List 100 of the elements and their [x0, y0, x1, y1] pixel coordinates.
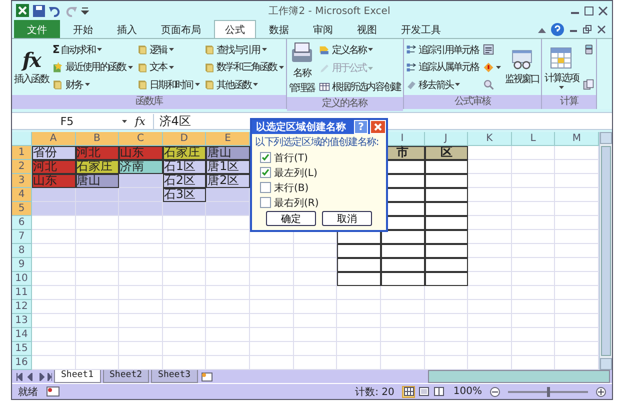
row-header[interactable]: 11: [12, 286, 32, 300]
ribbon-command[interactable]: 其他函数: [202, 76, 285, 94]
table-cell: [119, 356, 163, 370]
ribbon-tab[interactable]: 插入: [106, 20, 148, 38]
sheet-navigation-icon[interactable]: [16, 372, 52, 381]
table-cell: [250, 258, 294, 272]
checkbox[interactable]: [260, 197, 271, 208]
dialog-prompt: 以下列选定区域的值创建名称:: [255, 137, 379, 149]
column-header[interactable]: E: [206, 132, 250, 146]
checkbox[interactable]: [260, 167, 271, 178]
column-header[interactable]: D: [162, 132, 206, 146]
ribbon-command[interactable]: 定义名称: [318, 41, 402, 58]
table-cell: [162, 216, 206, 230]
ribbon-command[interactable]: 逻辑: [136, 41, 201, 58]
formula-text[interactable]: 济4区: [159, 114, 191, 129]
table-cell: [380, 342, 425, 356]
macro-record-icon[interactable]: [46, 386, 60, 398]
undo-icon[interactable]: [49, 4, 61, 17]
ribbon-command[interactable]: 数学和三角函数: [202, 58, 285, 76]
customize-icon[interactable]: [81, 6, 89, 15]
view-button[interactable]: [432, 386, 446, 398]
table-cell: [468, 258, 512, 272]
ribbon-tab[interactable]: 审阅: [302, 20, 344, 38]
ribbon-command[interactable]: 最近使用的函数: [51, 58, 134, 76]
ribbon-large-button[interactable]: 监视窗口: [504, 41, 540, 94]
row-header[interactable]: 15: [12, 342, 32, 356]
help-icon[interactable]: [551, 23, 564, 36]
ribbon-command[interactable]: 日期和时间: [136, 76, 201, 94]
ribbon-command[interactable]: 追踪引用单元格: [404, 41, 480, 58]
dialog-button[interactable]: 确定: [266, 211, 316, 226]
ribbon-command[interactable]: 财务: [51, 76, 134, 94]
row-header[interactable]: 14: [12, 328, 32, 342]
view-button[interactable]: [402, 386, 416, 398]
close-button[interactable]: [370, 120, 386, 134]
ribbon-large-button[interactable]: 名称 管理器: [288, 41, 316, 96]
row-header[interactable]: 13: [12, 314, 32, 328]
checkbox-option[interactable]: 首行(T): [255, 151, 383, 164]
row-header[interactable]: 12: [12, 300, 32, 314]
row-header[interactable]: 8: [12, 244, 32, 258]
sheet-tab[interactable]: Sheet2: [102, 370, 150, 384]
table-cell: [512, 188, 556, 202]
row-header[interactable]: 3: [12, 174, 32, 188]
dialog-button[interactable]: 取消: [322, 211, 372, 226]
ribbon-tab[interactable]: 开始: [62, 20, 104, 38]
close-icon[interactable]: [597, 25, 606, 34]
ribbon-large-button[interactable]: 计算选项: [543, 41, 580, 94]
row-header[interactable]: 2: [12, 160, 32, 174]
ribbon-tab[interactable]: 视图: [346, 20, 388, 38]
save-icon[interactable]: [33, 4, 45, 17]
row-header[interactable]: 4: [12, 188, 32, 202]
zoom-in-icon[interactable]: [596, 386, 606, 397]
checkbox[interactable]: [260, 182, 271, 193]
ribbon-tab[interactable]: 开发工具: [390, 20, 452, 38]
insert-function-icon[interactable]: fx: [127, 114, 154, 128]
view-button[interactable]: [417, 386, 430, 398]
ribbon-command[interactable]: Σ 自动求和: [51, 41, 134, 58]
insert-sheet-icon[interactable]: [200, 372, 214, 382]
vertical-scrollbar[interactable]: [599, 132, 612, 370]
ribbon-large-button[interactable]: fx 插入函数: [13, 41, 50, 94]
checkbox[interactable]: [260, 152, 271, 163]
table-cell: [555, 146, 599, 160]
ribbon-tab[interactable]: 公式: [214, 20, 256, 38]
close-icon[interactable]: [598, 6, 608, 16]
column-header[interactable]: C: [119, 132, 163, 146]
row-header[interactable]: 9: [12, 258, 32, 272]
collapse-ribbon-icon[interactable]: [538, 26, 546, 33]
caret-icon: [194, 83, 200, 86]
ribbon-tab[interactable]: 数据: [258, 20, 300, 38]
column-header[interactable]: J: [424, 132, 468, 146]
ribbon-command[interactable]: 文本: [136, 58, 201, 76]
ribbon-command[interactable]: 移去箭头: [404, 76, 480, 94]
restore-icon[interactable]: [583, 25, 592, 34]
table-cell: [512, 216, 556, 230]
zoom-thumb[interactable]: [547, 386, 550, 397]
column-header[interactable]: L: [512, 132, 556, 146]
ribbon-command[interactable]: 追踪从属单元格: [404, 58, 480, 76]
row-header[interactable]: 6: [12, 216, 32, 230]
maximize-icon[interactable]: [584, 6, 594, 16]
sheet-tab[interactable]: Sheet3: [151, 370, 198, 384]
sheet-tab[interactable]: Sheet1: [54, 370, 101, 384]
horizontal-scrollbar[interactable]: [428, 370, 610, 384]
zoom-out-icon[interactable]: [490, 386, 500, 397]
column-header[interactable]: M: [555, 132, 599, 146]
row-header[interactable]: 10: [12, 272, 32, 286]
checkbox-option[interactable]: 末行(B): [255, 181, 383, 194]
checkbox-option[interactable]: 最左列(L): [255, 166, 383, 179]
ribbon-tab[interactable]: 页面布局: [150, 20, 212, 38]
row-header[interactable]: 1: [12, 146, 32, 160]
column-header[interactable]: A: [32, 132, 76, 146]
row-header[interactable]: 7: [12, 230, 32, 244]
column-header[interactable]: K: [468, 132, 512, 146]
file-tab[interactable]: 文件: [14, 20, 60, 38]
ribbon-command[interactable]: 根据所选内容创建: [318, 78, 402, 96]
ribbon-command[interactable]: 查找与引用: [202, 41, 285, 58]
row-header[interactable]: 16: [12, 356, 32, 370]
table-cell: [250, 342, 294, 356]
checkbox-option[interactable]: 最右列(R): [255, 196, 383, 209]
name-box[interactable]: F5: [12, 114, 122, 128]
column-header[interactable]: B: [76, 132, 120, 146]
row-header[interactable]: 5: [12, 202, 32, 216]
